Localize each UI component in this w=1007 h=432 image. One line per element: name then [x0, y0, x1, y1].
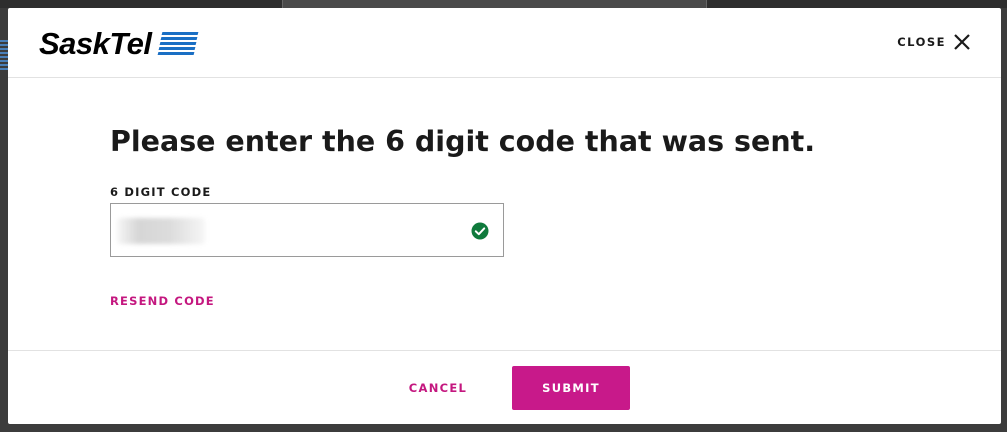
modal-body: Please enter the 6 digit code that was s…: [8, 79, 1001, 350]
close-icon: [954, 34, 970, 50]
code-field[interactable]: [110, 203, 504, 257]
modal-footer: CANCEL SUBMIT: [8, 350, 1001, 424]
sasktel-logo: SaskTel: [39, 24, 198, 64]
code-input[interactable]: [111, 204, 503, 256]
close-label: CLOSE: [897, 35, 946, 49]
close-button[interactable]: CLOSE: [897, 30, 971, 54]
modal-header: SaskTel CLOSE: [8, 8, 1001, 78]
cancel-button[interactable]: CANCEL: [390, 366, 486, 410]
page-title: Please enter the 6 digit code that was s…: [110, 125, 816, 158]
verification-modal: SaskTel CLOSE Please enter the 6 digit c…: [8, 8, 1001, 424]
resend-code-link[interactable]: RESEND CODE: [110, 294, 215, 308]
background-search-bar: [282, 0, 707, 8]
logo-stripes-icon: [157, 31, 198, 57]
code-field-label: 6 DIGIT CODE: [110, 185, 212, 199]
check-circle-icon: [471, 222, 489, 240]
background-nav-edge: [0, 40, 8, 70]
submit-button[interactable]: SUBMIT: [512, 366, 630, 410]
logo-wordmark: SaskTel: [39, 26, 152, 61]
